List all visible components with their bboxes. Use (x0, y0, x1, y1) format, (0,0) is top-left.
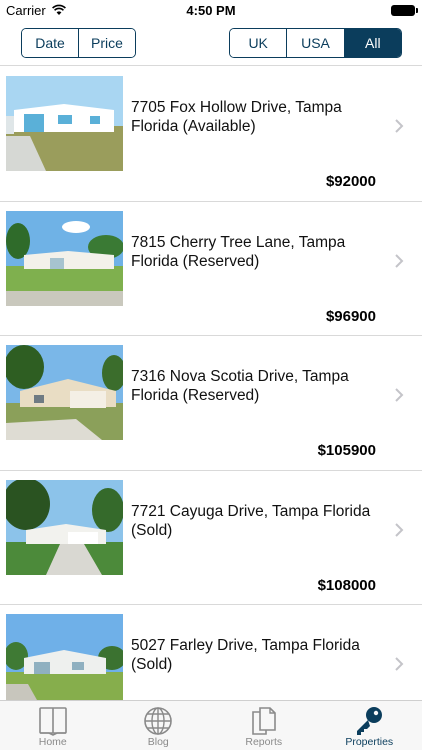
region-all-button[interactable]: All (344, 29, 401, 57)
sort-date-button[interactable]: Date (22, 29, 79, 57)
property-price: $108000 (317, 576, 376, 594)
clock: 4:50 PM (186, 3, 236, 18)
chevron-right-icon (395, 657, 404, 671)
tab-blog-label: Blog (147, 736, 169, 748)
property-row[interactable]: 7316 Nova Scotia Drive, Tampa Florida (R… (0, 336, 422, 471)
chevron-right-icon (395, 522, 404, 537)
battery-icon (391, 5, 418, 16)
tab-bar: Home Blog Reports Properties (0, 700, 422, 750)
documents-icon (251, 707, 276, 735)
property-row[interactable]: 7721 Cayuga Drive, Tampa Florida (Sold) … (0, 471, 422, 605)
chevron-right-icon (395, 119, 404, 133)
tab-home-label: Home (38, 736, 67, 748)
property-row[interactable]: 5027 Farley Drive, Tampa Florida (Sold) (0, 605, 422, 700)
filter-bar: Date Price UK USA All (0, 22, 422, 66)
region-segmented-control: UK USA All (229, 28, 402, 58)
tab-properties-label: Properties (345, 736, 394, 748)
property-photo (6, 614, 123, 700)
property-row[interactable]: 7705 Fox Hollow Drive, Tampa Florida (Av… (0, 67, 422, 202)
property-photo (6, 76, 123, 171)
tab-reports[interactable]: Reports (211, 701, 317, 750)
property-title: 7316 Nova Scotia Drive, Tampa Florida (R… (131, 368, 349, 404)
property-title: 7705 Fox Hollow Drive, Tampa Florida (Av… (131, 99, 342, 135)
property-price: $96900 (325, 307, 376, 325)
sort-segmented-control: Date Price (21, 28, 136, 58)
property-photo (6, 345, 123, 440)
property-list[interactable]: 7705 Fox Hollow Drive, Tampa Florida (Av… (0, 67, 422, 700)
region-usa-button[interactable]: USA (287, 29, 345, 57)
property-photo (6, 210, 123, 306)
tab-blog[interactable]: Blog (106, 701, 212, 750)
tab-properties[interactable]: Properties (317, 701, 422, 750)
property-title: 7721 Cayuga Drive, Tampa Florida (Sold) (131, 502, 371, 539)
book-icon (38, 707, 67, 736)
property-title: 7815 Cherry Tree Lane, Tampa Florida (Re… (131, 233, 346, 270)
property-price: $105900 (317, 442, 376, 459)
tab-reports-label: Reports (245, 736, 283, 748)
sort-price-button[interactable]: Price (79, 29, 135, 57)
chevron-right-icon (395, 253, 404, 268)
property-title: 5027 Farley Drive, Tampa Florida (Sold) (131, 637, 360, 673)
status-bar: Carrier 4:50 PM (0, 0, 422, 22)
globe-icon (144, 707, 173, 735)
tab-home[interactable]: Home (0, 701, 106, 750)
property-price: $92000 (325, 173, 376, 190)
region-uk-button[interactable]: UK (230, 29, 288, 57)
chevron-right-icon (395, 388, 404, 402)
property-photo (6, 479, 123, 575)
property-row[interactable]: 7815 Cherry Tree Lane, Tampa Florida (Re… (0, 202, 422, 336)
key-icon (357, 707, 383, 735)
